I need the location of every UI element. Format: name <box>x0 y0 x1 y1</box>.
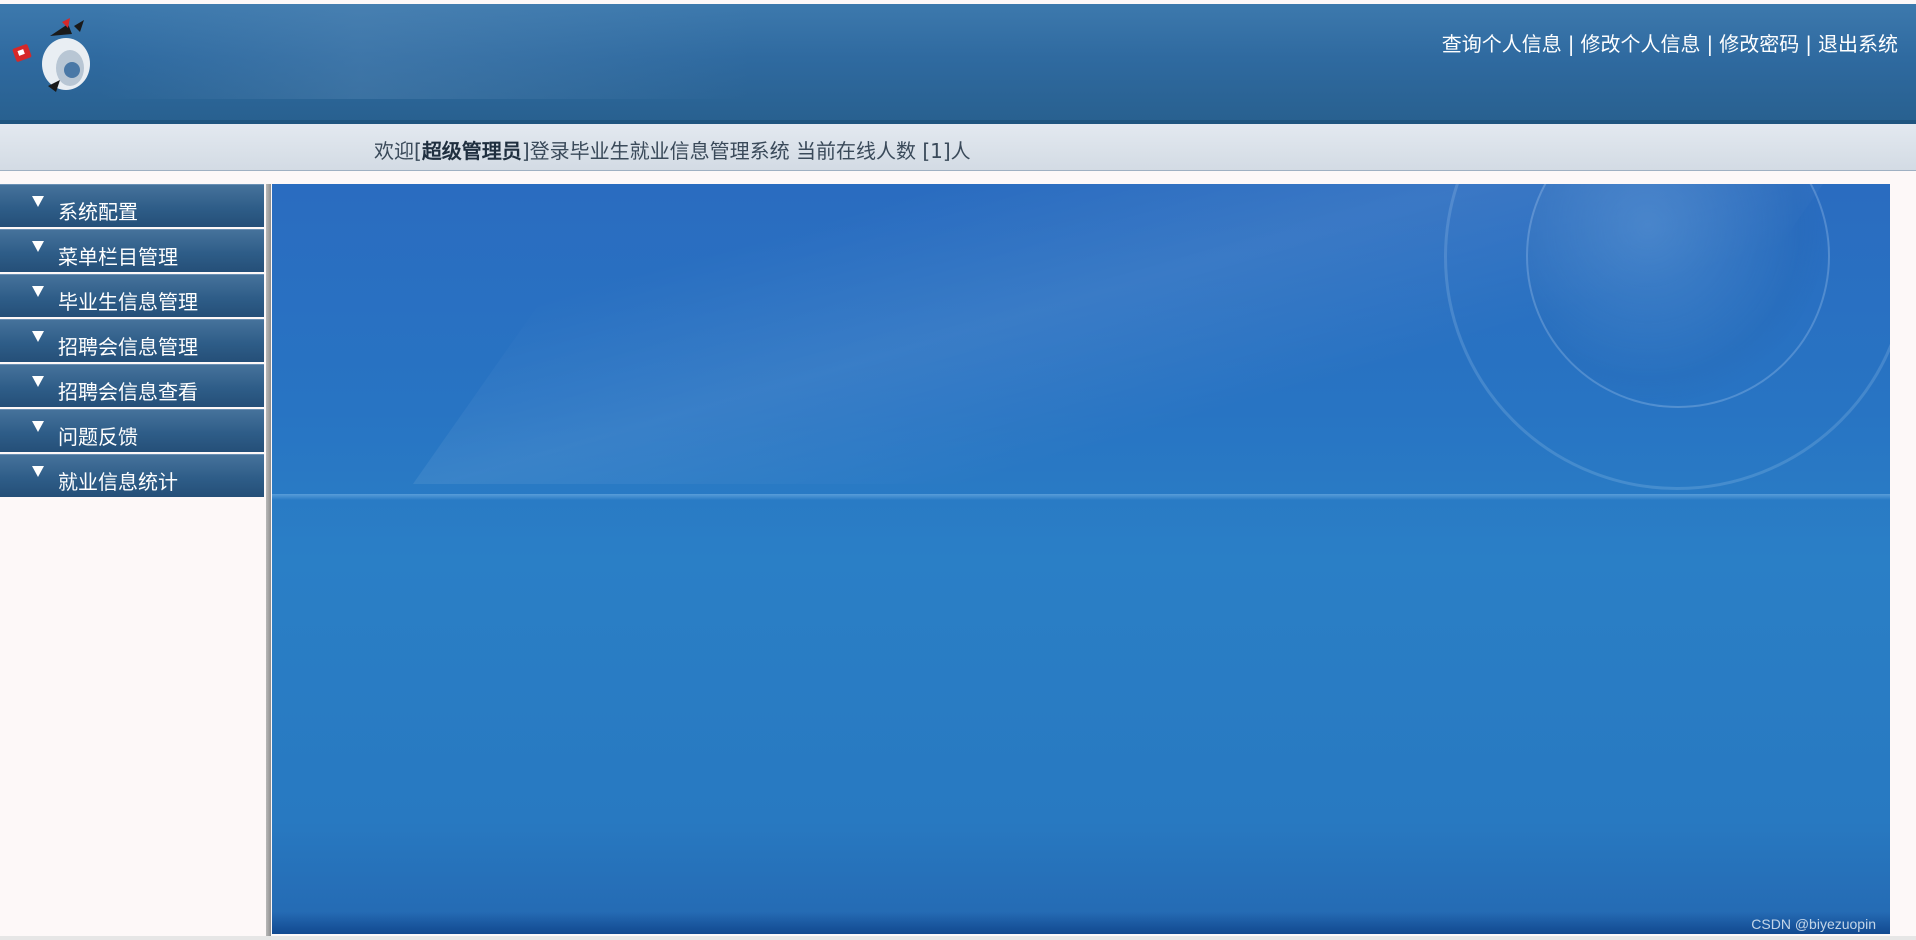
sidebar-item-job-fair-view[interactable]: 招聘会信息查看 <box>0 364 264 407</box>
triangle-down-icon <box>32 331 44 342</box>
sidebar-item-system-config[interactable]: 系统配置 <box>0 184 264 227</box>
app-window: 查询个人信息 | 修改个人信息 | 修改密码 | 退出系统 欢迎[超级管理员]登录毕业生就业… <box>0 0 1916 940</box>
sidebar-item-employment-stats[interactable]: 就业信息统计 <box>0 454 264 497</box>
sidebar-item-menu-management[interactable]: 菜单栏目管理 <box>0 229 264 272</box>
welcome-bar: 欢迎[超级管理员]登录毕业生就业信息管理系统 当前在线人数 [1]人 <box>0 124 1916 171</box>
logo-icon <box>12 18 90 92</box>
user-role: 超级管理员 <box>421 139 522 163</box>
link-change-password[interactable]: 修改密码 <box>1719 32 1799 56</box>
sidebar-menu: 系统配置 菜单栏目管理 毕业生信息管理 招聘会信息管理 招聘会信息查看 问题反馈… <box>0 184 266 940</box>
sidebar-item-label: 招聘会信息管理 <box>58 335 198 359</box>
welcome-message: 欢迎[超级管理员]登录毕业生就业信息管理系统 当前在线人数 [1]人 <box>374 135 971 164</box>
watermark: CSDN @biyezuopin <box>1751 916 1876 932</box>
triangle-down-icon <box>32 376 44 387</box>
top-links: 查询个人信息 | 修改个人信息 | 修改密码 | 退出系统 <box>1442 28 1898 57</box>
main-content-frame: CSDN @biyezuopin <box>272 184 1890 934</box>
sidebar-item-feedback[interactable]: 问题反馈 <box>0 409 264 452</box>
header: 查询个人信息 | 修改个人信息 | 修改密码 | 退出系统 <box>0 4 1916 124</box>
header-glow <box>100 4 750 99</box>
sidebar-divider[interactable] <box>266 184 271 940</box>
triangle-down-icon <box>32 466 44 477</box>
triangle-down-icon <box>32 196 44 207</box>
triangle-down-icon <box>32 241 44 252</box>
sidebar-item-label: 就业信息统计 <box>58 470 178 494</box>
sidebar-item-label: 问题反馈 <box>58 425 138 449</box>
link-separator: | <box>1805 32 1812 56</box>
sidebar-item-graduate-info[interactable]: 毕业生信息管理 <box>0 274 264 317</box>
sidebar-item-label: 毕业生信息管理 <box>58 290 198 314</box>
link-query-profile[interactable]: 查询个人信息 <box>1442 32 1562 56</box>
background-horizon <box>272 494 1890 500</box>
link-separator: | <box>1706 32 1714 56</box>
sidebar-item-label: 菜单栏目管理 <box>58 245 178 269</box>
link-edit-profile[interactable]: 修改个人信息 <box>1581 32 1701 56</box>
triangle-down-icon <box>32 421 44 432</box>
sidebar-item-label: 招聘会信息查看 <box>58 380 198 404</box>
sidebar-item-label: 系统配置 <box>58 200 138 224</box>
content-footer-band <box>272 912 1890 934</box>
welcome-suffix: ]登录毕业生就业信息管理系统 当前在线人数 [1]人 <box>521 139 971 163</box>
welcome-prefix: 欢迎[ <box>374 139 422 163</box>
link-logout[interactable]: 退出系统 <box>1818 32 1898 56</box>
bottom-scrollbar[interactable] <box>0 936 1916 940</box>
sidebar-item-job-fair-management[interactable]: 招聘会信息管理 <box>0 319 264 362</box>
triangle-down-icon <box>32 286 44 297</box>
link-separator: | <box>1567 32 1575 56</box>
